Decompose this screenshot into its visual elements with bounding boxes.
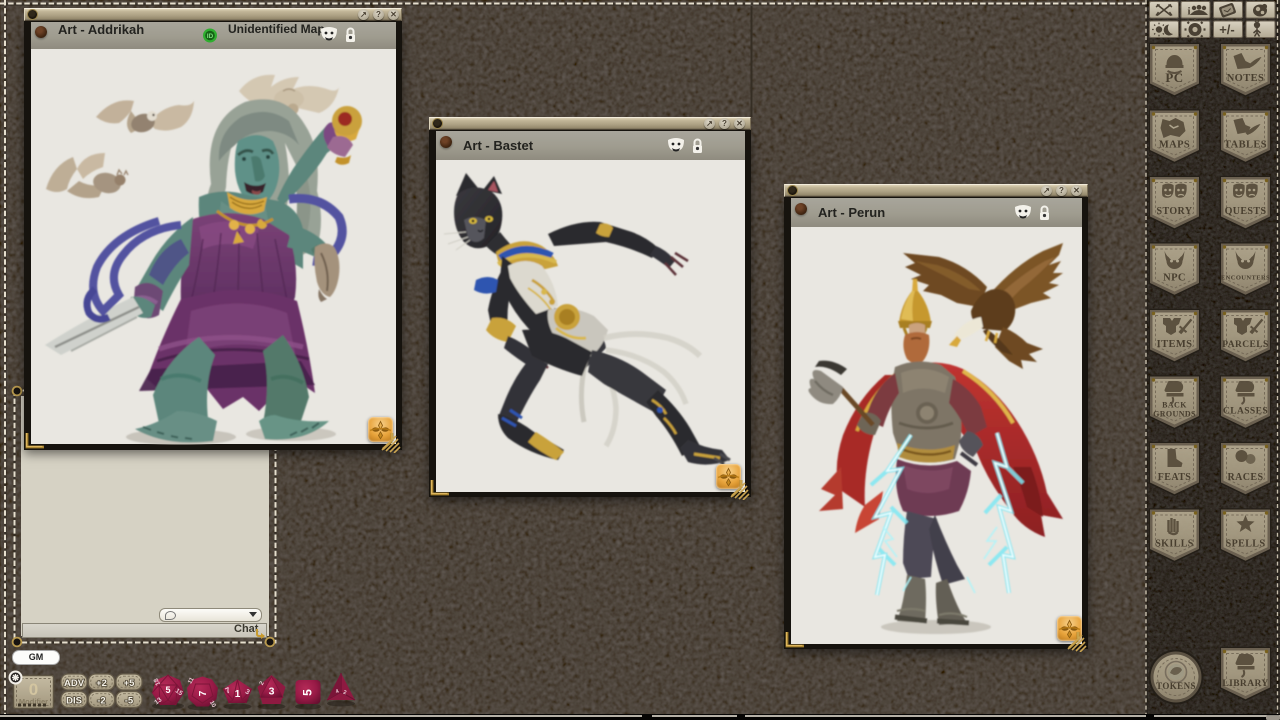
svg-text:NOTES: NOTES [1227, 73, 1265, 84]
svg-text:1: 1 [235, 689, 241, 700]
svg-text:NPC: NPC [1163, 273, 1186, 284]
svg-text:TOKENS: TOKENS [1156, 681, 1196, 691]
svg-text:ENCOUNTERS: ENCOUNTERS [1221, 275, 1270, 282]
svg-text:QUESTS: QUESTS [1225, 206, 1267, 217]
svg-text:5: 5 [165, 685, 170, 695]
svg-text:DIS: DIS [66, 696, 82, 707]
svg-text:-2: -2 [97, 696, 105, 707]
svg-text:ADV: ADV [64, 678, 85, 689]
svg-text:SPELLS: SPELLS [1226, 539, 1266, 550]
svg-text:SKILLS: SKILLS [1155, 539, 1194, 550]
svg-text:i: i [1188, 6, 1191, 18]
svg-text:CLASSES: CLASSES [1223, 407, 1268, 417]
svg-text:ID: ID [207, 33, 214, 40]
svg-text:BACK: BACK [1162, 401, 1187, 410]
svg-text:RACES: RACES [1228, 472, 1264, 483]
svg-text:5: 5 [301, 689, 315, 696]
svg-text:7: 7 [198, 690, 209, 696]
svg-text:3: 3 [269, 686, 275, 698]
svg-text:GROUNDS: GROUNDS [1153, 410, 1196, 419]
svg-text:LIBRARY: LIBRARY [1222, 679, 1268, 689]
svg-text:+5: +5 [124, 678, 136, 689]
svg-text:ITEMS: ITEMS [1157, 339, 1193, 350]
svg-text:MAPS: MAPS [1159, 140, 1190, 151]
svg-text:TABLES: TABLES [1224, 140, 1267, 151]
svg-text:STORY: STORY [1157, 206, 1193, 217]
svg-text:FEATS: FEATS [1158, 472, 1192, 483]
svg-text:+/-: +/- [1219, 22, 1235, 37]
svg-text:PARCELS: PARCELS [1222, 340, 1268, 350]
svg-text:-5: -5 [125, 696, 134, 707]
svg-text:+2: +2 [96, 678, 107, 689]
